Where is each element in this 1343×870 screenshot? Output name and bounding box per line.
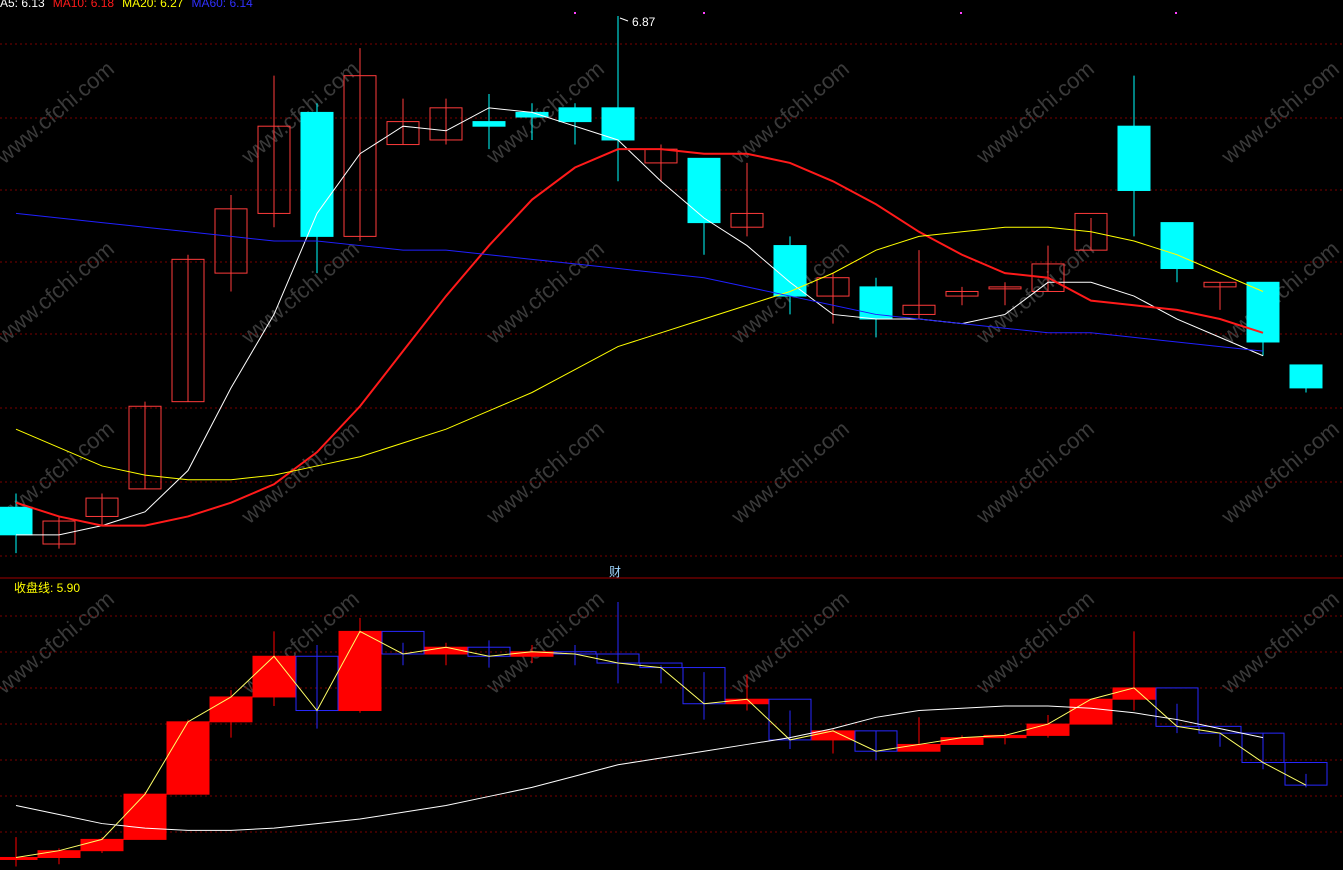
- financial-marker[interactable]: 财: [609, 563, 621, 580]
- ma60-legend-label: MA60: 6.14: [191, 0, 253, 10]
- event-marker: [703, 12, 705, 14]
- main-candlestick-panel[interactable]: 6.87: [0, 15, 1323, 554]
- watermark-text: www.cfchi.com: [726, 56, 854, 169]
- watermark-text: www.cfchi.com: [971, 416, 1099, 529]
- event-marker: [960, 12, 962, 14]
- watermark-text: www.cfchi.com: [1216, 586, 1343, 699]
- ma-line-ma10: [15, 148, 1264, 527]
- watermark-text: www.cfchi.com: [726, 416, 854, 529]
- candle-down: [472, 121, 506, 127]
- ma5-legend-label: A5: 6.13: [0, 0, 45, 10]
- watermark-text: www.cfchi.com: [481, 586, 609, 699]
- close-line-indicator-panel[interactable]: [0, 602, 1328, 867]
- candle-down: [687, 157, 721, 224]
- candle-down: [773, 245, 807, 297]
- candle-down: [1117, 125, 1151, 191]
- close-box-up: [338, 630, 382, 712]
- watermark-text: www.cfchi.com: [0, 236, 119, 349]
- close-line-legend-label: 收盘线: 5.90: [14, 581, 81, 595]
- watermark-text: www.cfchi.com: [481, 236, 609, 349]
- close-box-up: [940, 737, 984, 745]
- close-box-up: [37, 850, 81, 858]
- watermark-text: www.cfchi.com: [971, 586, 1099, 699]
- ma10-legend-label: MA10: 6.18: [52, 0, 115, 10]
- close-box-up: [1026, 723, 1070, 736]
- watermark-text: www.cfchi.com: [971, 56, 1099, 169]
- candle-down: [0, 506, 33, 536]
- watermark-text: www.cfchi.com: [236, 56, 364, 169]
- close-box-up: [166, 721, 210, 795]
- event-marker: [574, 12, 576, 14]
- ma-legend: A5: 6.13 MA10: 6.18 MA20: 6.27 MA60: 6.14: [0, 0, 261, 10]
- candle-down: [1289, 364, 1323, 389]
- watermark-text: www.cfchi.com: [726, 586, 854, 699]
- kline-chart: www.cfchi.com www.cfchi.com www.cfchi.com w…: [0, 12, 1343, 867]
- candle-down: [1160, 222, 1194, 270]
- close-box-up: [252, 655, 296, 698]
- ma-line-ma5: [16, 107, 1264, 536]
- close-box-up: [897, 743, 941, 752]
- candle-down: [300, 111, 334, 237]
- candle-down: [601, 107, 635, 141]
- event-marker: [1175, 12, 1177, 14]
- close-box-up: [811, 730, 855, 741]
- close-box-up: [123, 793, 167, 840]
- peak-price-label: 6.87: [632, 15, 656, 29]
- close-box-up: [80, 838, 124, 852]
- close-box-up: [209, 696, 253, 723]
- candle-down: [558, 107, 592, 123]
- watermark-text: www.cfchi.com: [1216, 56, 1343, 169]
- watermark-text: www.cfchi.com: [0, 56, 119, 169]
- watermark-text: www.cfchi.com: [1216, 416, 1343, 529]
- ma20-legend-label: MA20: 6.27: [122, 0, 184, 10]
- peak-label-arrow: [619, 17, 629, 22]
- watermark-text: www.cfchi.com: [481, 416, 609, 529]
- close-box-up: [0, 856, 38, 860]
- watermark-text: www.cfchi.com: [236, 416, 364, 529]
- close-box-up: [1112, 687, 1156, 700]
- close-box-up: [1069, 698, 1113, 725]
- watermark-text: www.cfchi.com: [0, 586, 119, 699]
